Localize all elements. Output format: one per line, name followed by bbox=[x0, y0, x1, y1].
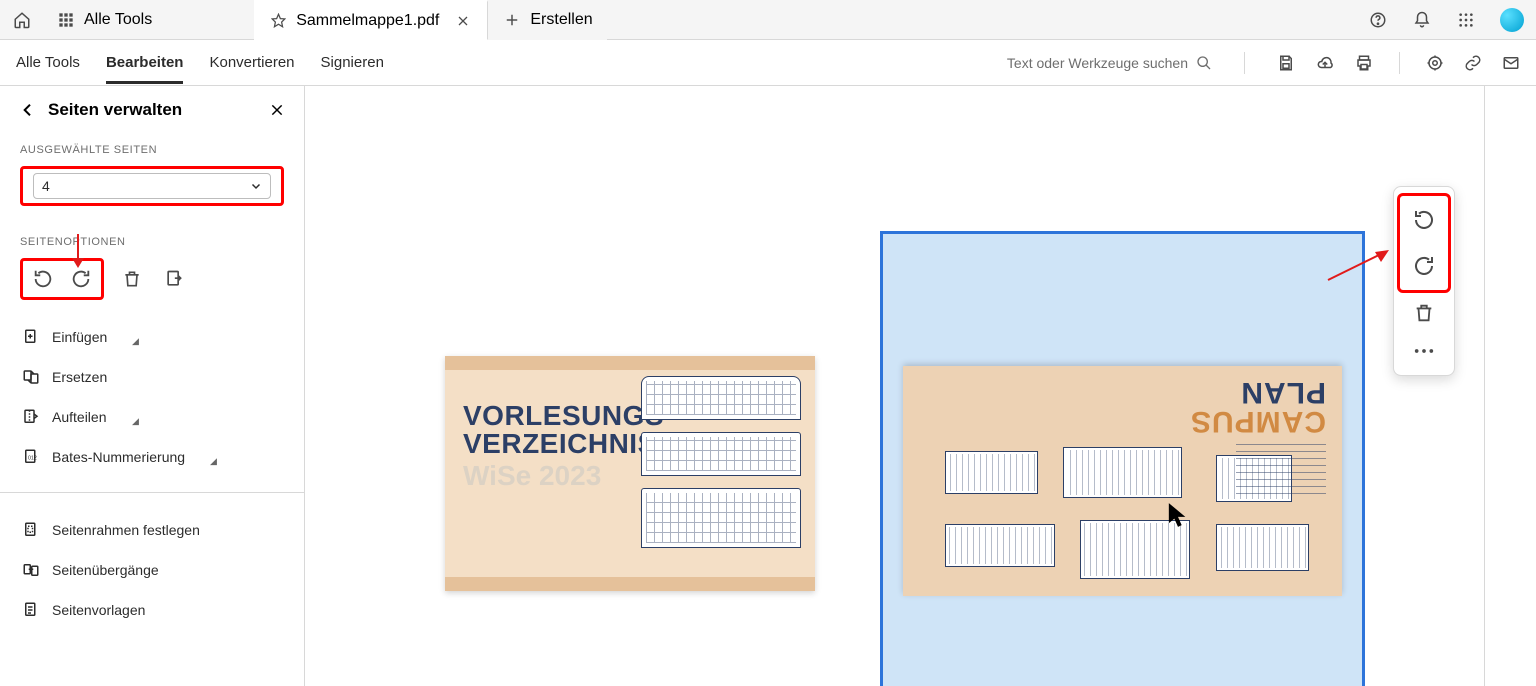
split-action[interactable]: Aufteilen◢ bbox=[20, 400, 284, 434]
all-tools-tab[interactable]: Alle Tools bbox=[44, 0, 164, 40]
link-icon[interactable] bbox=[1464, 54, 1482, 72]
plus-icon bbox=[502, 10, 522, 30]
ai-assist-icon[interactable] bbox=[1426, 54, 1444, 72]
create-tab-label: Erstellen bbox=[530, 11, 592, 29]
avatar bbox=[1500, 8, 1524, 32]
page-canvas[interactable]: VORLESUNGS- VERZEICHNIS WiSe 2023 bbox=[305, 86, 1536, 686]
page-actions-list: Einfügen◢ Ersetzen Aufteilen◢ 012 Bates-… bbox=[20, 320, 284, 474]
float-more[interactable] bbox=[1406, 333, 1442, 369]
toolbar-all-tools[interactable]: Alle Tools bbox=[16, 44, 80, 81]
search-icon bbox=[1196, 55, 1212, 71]
document-tab[interactable]: Sammelmappe1.pdf bbox=[254, 0, 488, 40]
star-icon bbox=[268, 11, 288, 31]
save-icon[interactable] bbox=[1277, 54, 1295, 72]
float-rotate-cw[interactable] bbox=[1406, 248, 1442, 284]
templates-icon bbox=[22, 601, 40, 619]
split-label: Aufteilen bbox=[52, 409, 106, 425]
grid-icon bbox=[56, 10, 76, 30]
replace-icon bbox=[22, 368, 40, 386]
help-button[interactable] bbox=[1356, 0, 1400, 40]
float-delete[interactable] bbox=[1406, 295, 1442, 331]
search-field[interactable]: Text oder Werkzeuge suchen bbox=[1007, 55, 1212, 71]
main-area: Seiten verwalten AUSGEWÄHLTE SEITEN 4 SE… bbox=[0, 86, 1536, 686]
notifications-button[interactable] bbox=[1400, 0, 1444, 40]
all-tools-label: Alle Tools bbox=[84, 11, 152, 29]
delete-page-button[interactable] bbox=[118, 265, 146, 293]
page-actions-list-2: Seitenrahmen festlegen Seitenübergänge S… bbox=[20, 513, 284, 627]
toolbar-sign[interactable]: Signieren bbox=[321, 44, 384, 81]
bates-action[interactable]: 012 Bates-Nummerierung◢ bbox=[20, 440, 284, 474]
page2-title: CAMPUS PLAN bbox=[1190, 378, 1326, 435]
apps-icon bbox=[1456, 10, 1476, 30]
transitions-icon bbox=[22, 561, 40, 579]
rotate-ccw-button[interactable] bbox=[29, 265, 57, 293]
bell-icon bbox=[1412, 10, 1432, 30]
page-options-row bbox=[20, 258, 284, 300]
page-thumbnail-2: CAMPUS PLAN bbox=[903, 366, 1342, 596]
extract-page-button[interactable] bbox=[160, 265, 188, 293]
insert-label: Einfügen bbox=[52, 329, 107, 345]
apps-button[interactable] bbox=[1444, 0, 1488, 40]
replace-action[interactable]: Ersetzen bbox=[20, 360, 284, 394]
close-panel-icon[interactable] bbox=[270, 103, 284, 117]
svg-text:012: 012 bbox=[28, 455, 37, 461]
rotate-buttons-highlight bbox=[20, 258, 104, 300]
document-tab-label: Sammelmappe1.pdf bbox=[296, 12, 439, 30]
account-button[interactable] bbox=[1488, 0, 1536, 40]
insert-action[interactable]: Einfügen◢ bbox=[20, 320, 284, 354]
back-icon[interactable] bbox=[20, 102, 36, 118]
chevron-down-icon bbox=[250, 180, 262, 192]
create-tab[interactable]: Erstellen bbox=[488, 0, 606, 40]
selected-pages-dropdown[interactable]: 4 bbox=[20, 166, 284, 206]
toolbar-convert[interactable]: Konvertieren bbox=[209, 44, 294, 81]
selected-pages-label: AUSGEWÄHLTE SEITEN bbox=[20, 144, 284, 156]
home-button[interactable] bbox=[0, 0, 44, 40]
main-toolbar: Alle Tools Bearbeiten Konvertieren Signi… bbox=[0, 40, 1536, 86]
templates-action[interactable]: Seitenvorlagen bbox=[20, 593, 284, 627]
home-icon bbox=[12, 10, 32, 30]
toolbar-edit[interactable]: Bearbeiten bbox=[106, 44, 184, 84]
crop-label: Seitenrahmen festlegen bbox=[52, 522, 200, 538]
mail-icon[interactable] bbox=[1502, 54, 1520, 72]
panel-title: Seiten verwalten bbox=[48, 100, 258, 120]
selected-pages-value: 4 bbox=[42, 178, 50, 194]
bates-icon: 012 bbox=[22, 448, 40, 466]
crop-action[interactable]: Seitenrahmen festlegen bbox=[20, 513, 284, 547]
page-thumbnail-selected[interactable]: CAMPUS PLAN bbox=[880, 231, 1365, 686]
right-gutter bbox=[1484, 86, 1536, 686]
close-icon[interactable] bbox=[453, 11, 473, 31]
bates-label: Bates-Nummerierung bbox=[52, 449, 185, 465]
rotate-buttons-highlight-float bbox=[1397, 193, 1451, 293]
search-placeholder: Text oder Werkzeuge suchen bbox=[1007, 55, 1188, 71]
transitions-label: Seitenübergänge bbox=[52, 562, 159, 578]
window-tabbar: Alle Tools Sammelmappe1.pdf Erstellen bbox=[0, 0, 1536, 40]
transitions-action[interactable]: Seitenübergänge bbox=[20, 553, 284, 587]
floating-page-toolbar bbox=[1393, 186, 1455, 376]
print-icon[interactable] bbox=[1355, 54, 1373, 72]
split-icon bbox=[22, 408, 40, 426]
cloud-icon[interactable] bbox=[1315, 54, 1335, 72]
organize-pages-panel: Seiten verwalten AUSGEWÄHLTE SEITEN 4 SE… bbox=[0, 86, 305, 686]
templates-label: Seitenvorlagen bbox=[52, 602, 145, 618]
insert-icon bbox=[22, 328, 40, 346]
page-thumbnail-1[interactable]: VORLESUNGS- VERZEICHNIS WiSe 2023 bbox=[445, 356, 815, 591]
crop-icon bbox=[22, 521, 40, 539]
replace-label: Ersetzen bbox=[52, 369, 107, 385]
rotate-cw-button[interactable] bbox=[67, 265, 95, 293]
help-icon bbox=[1368, 10, 1388, 30]
page-options-label: SEITENOPTIONEN bbox=[20, 236, 284, 248]
float-rotate-ccw[interactable] bbox=[1406, 202, 1442, 238]
